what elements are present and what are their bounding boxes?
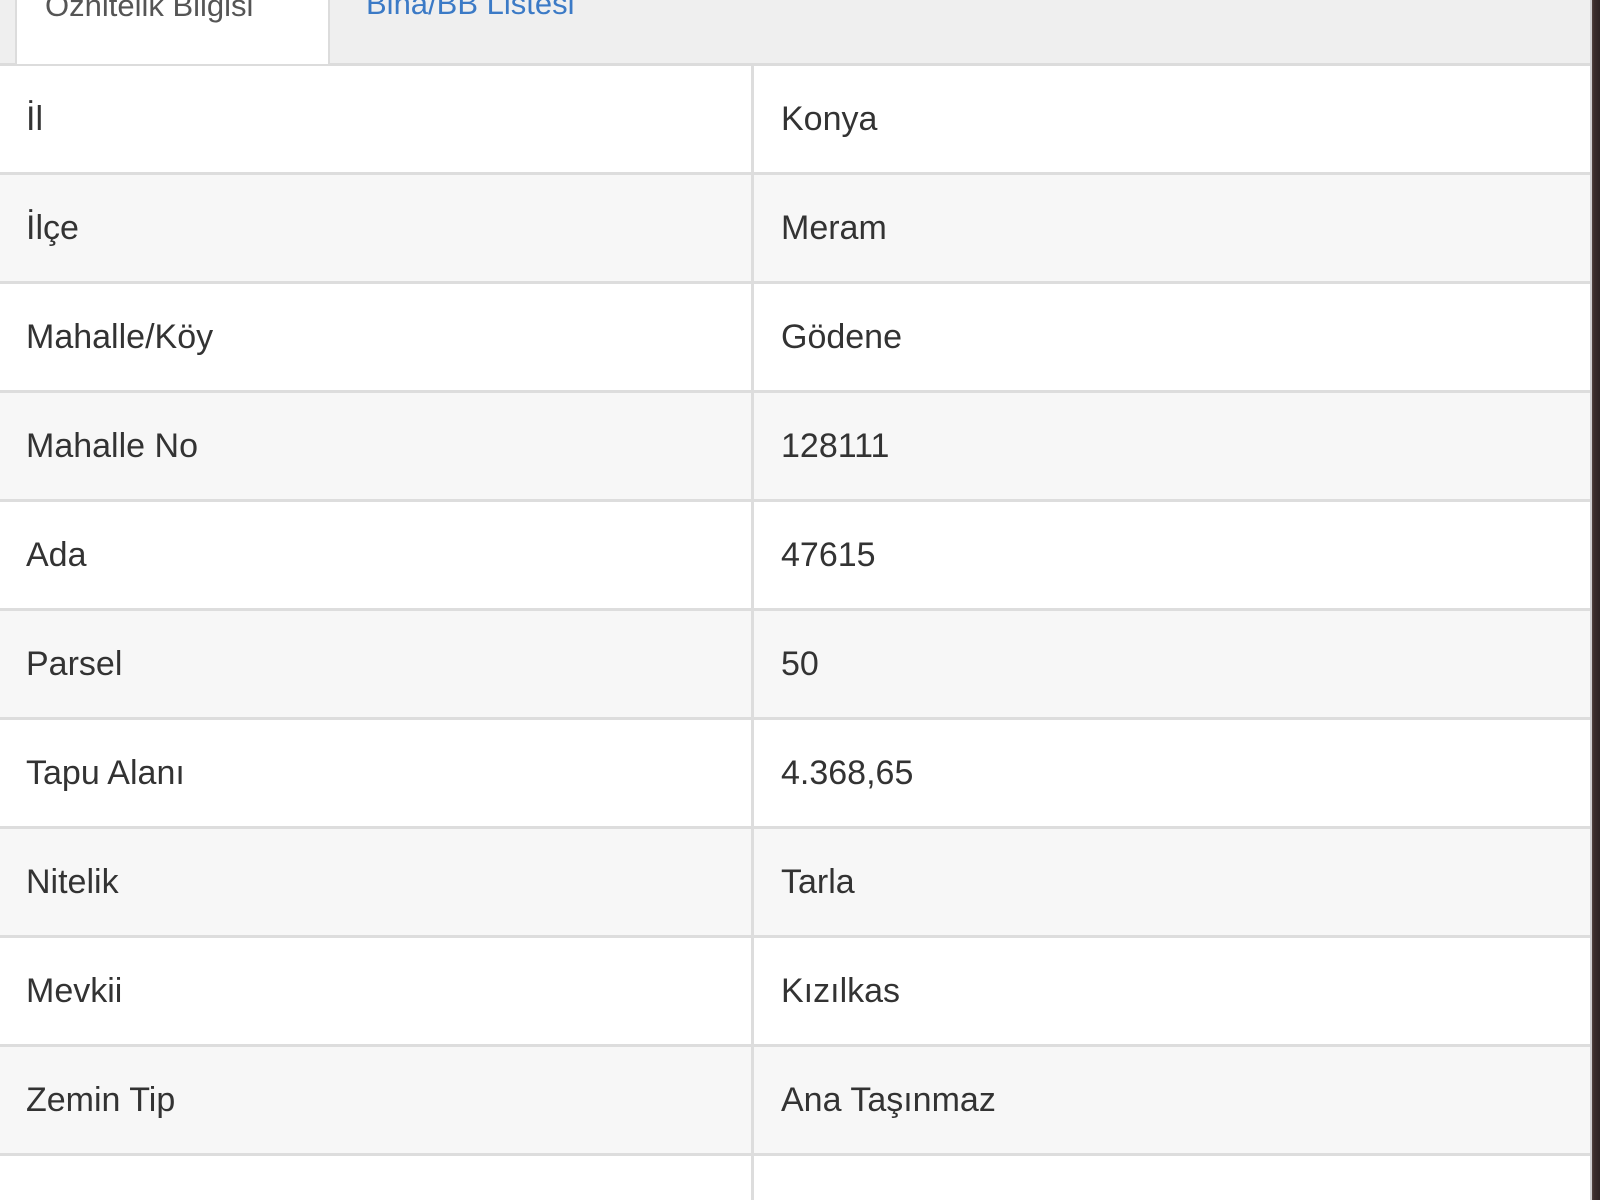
table-row: İl Konya: [0, 66, 1590, 175]
row-label-tapu-alani: Tapu Alanı: [0, 718, 754, 829]
row-label-mahalle-no: Mahalle No: [0, 391, 754, 502]
attribute-panel: Öznitelik Bilgisi Bina/BB Listesi İl Kon…: [0, 0, 1600, 1200]
row-value-il: Konya: [752, 66, 1590, 175]
row-label-zemin-tip: Zemin Tip: [0, 1045, 754, 1156]
row-value-parsel: 50: [752, 609, 1590, 720]
table-row: Nitelik Tarla: [0, 827, 1590, 938]
window-edge-seam: [1590, 0, 1592, 1200]
row-value-mahalle-no: 128111: [752, 391, 1590, 502]
row-label-ilce: İlçe: [0, 173, 754, 284]
tab-attribute-info-label: Öznitelik Bilgisi: [45, 0, 254, 23]
table-row: Ada 47615: [0, 500, 1590, 611]
row-value-mevkii: Kızılkas: [752, 936, 1590, 1047]
row-label-empty: [0, 1154, 754, 1200]
table-row-partial: [0, 1154, 1590, 1200]
row-label-parsel: Parsel: [0, 609, 754, 720]
window-edge: [1590, 0, 1600, 1200]
table-row: İlçe Meram: [0, 173, 1590, 284]
tab-building-list-label: Bina/BB Listesi: [366, 0, 575, 21]
attribute-table: İl Konya İlçe Meram Mahalle/Köy Gödene M…: [0, 66, 1590, 1200]
table-row: Mahalle/Köy Gödene: [0, 282, 1590, 393]
table-row: Mevkii Kızılkas: [0, 936, 1590, 1047]
row-value-nitelik: Tarla: [752, 827, 1590, 938]
tab-bar: Öznitelik Bilgisi Bina/BB Listesi: [0, 0, 1590, 66]
table-row: Zemin Tip Ana Taşınmaz: [0, 1045, 1590, 1156]
row-label-mahalle-koy: Mahalle/Köy: [0, 282, 754, 393]
row-label-mevkii: Mevkii: [0, 936, 754, 1047]
tab-building-list[interactable]: Bina/BB Listesi: [366, 0, 686, 64]
table-row: Tapu Alanı 4.368,65: [0, 718, 1590, 829]
table-row: Mahalle No 128111: [0, 391, 1590, 502]
row-value-ada: 47615: [752, 500, 1590, 611]
row-value-zemin-tip: Ana Taşınmaz: [752, 1045, 1590, 1156]
row-value-ilce: Meram: [752, 173, 1590, 284]
table-row: Parsel 50: [0, 609, 1590, 720]
row-label-il: İl: [0, 66, 754, 175]
tab-attribute-info[interactable]: Öznitelik Bilgisi: [15, 0, 330, 64]
row-value-empty: [752, 1154, 1590, 1200]
row-label-nitelik: Nitelik: [0, 827, 754, 938]
row-value-tapu-alani: 4.368,65: [752, 718, 1590, 829]
row-value-mahalle-koy: Gödene: [752, 282, 1590, 393]
row-label-ada: Ada: [0, 500, 754, 611]
